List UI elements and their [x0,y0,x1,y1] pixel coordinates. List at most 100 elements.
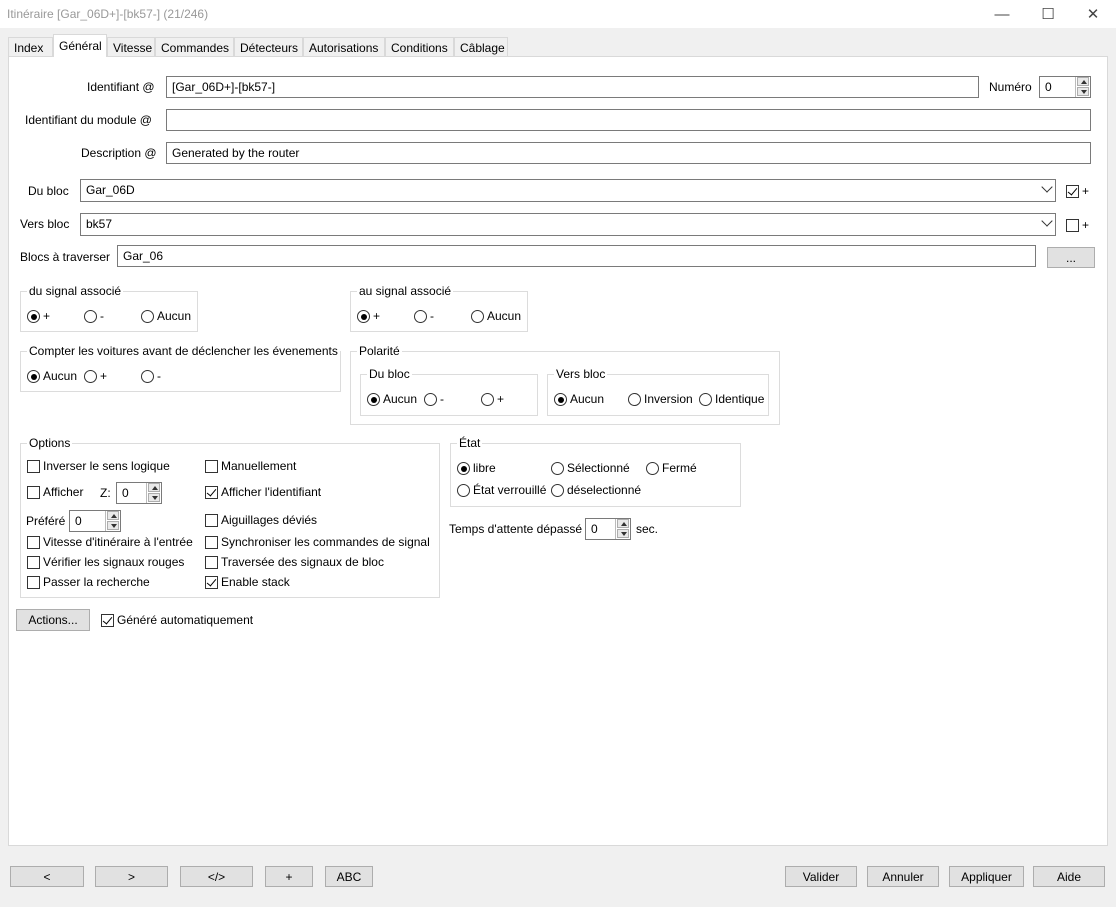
checkbox-icon [27,536,40,549]
increment-icon[interactable] [617,519,629,528]
next-button[interactable]: > [95,866,168,887]
z-value: 0 [122,486,129,500]
previous-button[interactable]: < [10,866,84,887]
tab-detectors[interactable]: Détecteurs [234,37,303,56]
checkbox-label: Manuellement [221,459,297,473]
radio-icon [628,393,641,406]
increment-icon[interactable] [148,483,160,492]
id-field[interactable]: [Gar_06D+]-[bk57-] [166,76,979,98]
cross-blocks-browse-button[interactable]: ... [1047,247,1095,268]
number-value: 0 [1045,80,1052,94]
radio-icon [84,310,97,323]
radio-icon [471,310,484,323]
to-block-select[interactable]: bk57 [80,213,1056,236]
from-block-plus-label: + [1082,184,1090,198]
tab-conditions[interactable]: Conditions [385,37,454,56]
tab-permissions[interactable]: Autorisations [303,37,385,56]
checkbox-label: Généré automatiquement [117,613,254,627]
increment-icon[interactable] [107,511,119,520]
apply-button[interactable]: Appliquer [949,866,1024,887]
radio-icon [141,310,154,323]
radio-icon [424,393,437,406]
abc-button[interactable]: ABC [325,866,373,887]
from-block-value: Gar_06D [86,183,135,197]
radio-icon [551,484,564,497]
add-button[interactable]: + [265,866,313,887]
checkbox-icon [27,576,40,589]
checkbox-label: Traversée des signaux de bloc [221,555,384,569]
radio-selected-icon [27,370,40,383]
cancel-button[interactable]: Annuler [867,866,939,887]
checkbox-icon [205,556,218,569]
radio-selected-icon [457,462,470,475]
to-block-value: bk57 [86,217,113,231]
to-block-plus-label: + [1082,218,1090,232]
checkbox-icon [27,460,40,473]
decrement-icon[interactable] [617,529,629,538]
polarity-to-block-title: Vers bloc [554,367,608,381]
timeout-unit: sec. [636,522,659,536]
timeout-label: Temps d'attente dépassé [449,522,583,536]
id-label: Identifiant @ [87,80,155,94]
radio-selected-icon [367,393,380,406]
radio-selected-icon [554,393,567,406]
checkbox-label: Enable stack [221,575,290,589]
radio-label: Identique [715,392,765,406]
polarity-from-block-group: Du bloc Aucun - + [360,367,538,416]
checkbox-icon [27,486,40,499]
tab-wiring[interactable]: Câblage [454,37,508,56]
preferred-stepper[interactable]: 0 [69,510,121,532]
actions-button[interactable]: Actions... [16,609,90,631]
radio-label: libre [473,461,496,475]
checkbox-checked-icon [205,486,218,499]
tab-index[interactable]: Index [8,37,53,56]
radio-label: État verrouillé [473,483,547,497]
minimize-icon[interactable]: — [979,0,1025,28]
timeout-stepper[interactable]: 0 [585,518,631,540]
module-id-field[interactable] [166,109,1091,131]
checkbox-icon [205,536,218,549]
decrement-icon[interactable] [148,493,160,502]
tab-general[interactable]: Général [53,34,107,57]
to-signal-group: au signal associé + - Aucun [350,284,528,332]
help-button[interactable]: Aide [1033,866,1105,887]
preferred-label: Préféré [26,514,66,528]
description-field[interactable]: Generated by the router [166,142,1091,164]
decrement-icon[interactable] [1077,87,1089,96]
count-cars-title: Compter les voitures avant de déclencher… [27,344,340,358]
checkbox-label: Afficher l'identifiant [221,485,322,499]
checkbox-checked-icon [101,614,114,627]
radio-label: Aucun [487,309,522,323]
radio-label: + [373,309,381,323]
radio-icon [699,393,712,406]
polarity-to-block-group: Vers bloc Aucun Inversion Identique [547,367,769,416]
tab-speed[interactable]: Vitesse [107,37,155,56]
radio-icon [551,462,564,475]
state-group: État libre Sélectionné Fermé État verrou… [450,436,741,507]
ok-button[interactable]: Valider [785,866,857,887]
from-signal-group: du signal associé + - Aucun [20,284,198,332]
cross-blocks-field[interactable]: Gar_06 [117,245,1036,267]
checkbox-label: Inverser le sens logique [43,459,170,473]
tab-commands[interactable]: Commandes [155,37,234,56]
radio-label: déselectionné [567,483,642,497]
radio-label: - [440,392,444,406]
from-block-select[interactable]: Gar_06D [80,179,1056,202]
decrement-icon[interactable] [107,521,119,530]
radio-icon [414,310,427,323]
number-stepper[interactable]: 0 [1039,76,1091,98]
xml-button[interactable]: </> [180,866,253,887]
maximize-icon[interactable]: ☐ [1025,0,1071,28]
radio-label: Sélectionné [567,461,630,475]
close-icon[interactable]: ✕ [1070,0,1116,28]
radio-label: Aucun [157,309,192,323]
checkbox-icon [205,514,218,527]
z-stepper[interactable]: 0 [116,482,162,504]
checkbox-icon [1066,219,1079,232]
module-id-label: Identifiant du module @ [25,113,152,127]
state-title: État [457,436,483,450]
checkbox-label: Aiguillages déviés [221,513,318,527]
description-label: Description @ [81,146,157,160]
increment-icon[interactable] [1077,77,1089,86]
number-label: Numéro [989,80,1032,94]
